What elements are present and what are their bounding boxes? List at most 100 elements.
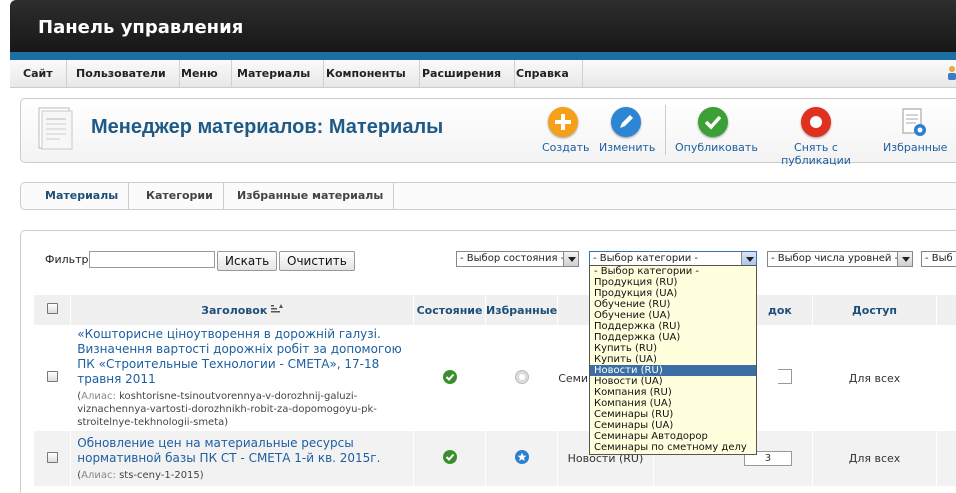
ordering-input[interactable] (777, 369, 792, 384)
article-alias: (Алиас: sts-ceny-1-2015) (77, 469, 204, 481)
row-featured-cell (485, 431, 559, 486)
articles-list-panel: Фильтр: Искать Очистить - Выбор состояни… (20, 230, 956, 493)
article-title-link[interactable]: Обновление цен на материальные ресурсы н… (77, 436, 405, 466)
featured-document-icon (898, 107, 928, 137)
category-option[interactable]: Продукция (UA) (590, 288, 756, 299)
page-title: Менеджер материалов: Материалы (91, 116, 444, 138)
extra-column-header (936, 295, 956, 325)
title-column-header[interactable]: Заголовок (70, 295, 415, 325)
user-menu-icon[interactable] (944, 65, 956, 81)
table-header-row: Заголовок Состояние Избранные док Доступ (34, 295, 956, 325)
category-option[interactable]: Поддержка (RU) (590, 321, 756, 332)
unpublish-button-label: Снять с публикации (781, 141, 851, 167)
unpublish-button[interactable]: Снять с публикации (764, 107, 868, 167)
category-option[interactable]: Поддержка (UA) (590, 332, 756, 343)
category-option[interactable]: Семинары Автодорор (590, 431, 756, 442)
row-checkbox[interactable] (46, 451, 58, 463)
main-menu-bar: Сайт Пользователи Меню Материалы Компоне… (10, 60, 956, 88)
category-option[interactable]: Семинары (RU) (590, 409, 756, 420)
plus-icon (548, 107, 578, 137)
filter-label: Фильтр: (45, 253, 93, 266)
chevron-down-icon (741, 252, 756, 266)
row-title-cell: Обновление цен на материальные ресурсы н… (70, 431, 415, 486)
category-option[interactable]: Новости (UA) (590, 376, 756, 387)
menu-item-menu[interactable]: Меню (168, 60, 232, 88)
tab-articles[interactable]: Материалы (35, 183, 130, 209)
row-extra-cell (936, 431, 956, 486)
title-header-label: Заголовок (201, 303, 268, 317)
article-alias: (Алиас: koshtorisne-tsinoutvorennya-v-do… (77, 391, 377, 428)
articles-table: Заголовок Состояние Избранные док Доступ… (34, 295, 956, 486)
sort-ascending-icon (271, 303, 284, 312)
clear-button[interactable]: Очистить (279, 251, 355, 271)
article-title-link[interactable]: «Кошторисне ціноутворення в дорожній гал… (77, 327, 405, 387)
unpublish-circle-icon (801, 107, 831, 137)
filter-search-input[interactable] (89, 251, 215, 268)
menu-item-site[interactable]: Сайт (10, 60, 67, 88)
featured-star-icon[interactable] (514, 450, 529, 464)
state-select-value: - Выбор состояния - (460, 253, 565, 264)
select-all-checkbox[interactable] (46, 303, 58, 314)
row-state-cell (413, 325, 486, 431)
published-check-icon[interactable] (442, 369, 457, 384)
pencil-icon (611, 107, 641, 137)
menu-item-components[interactable]: Компоненты (313, 60, 420, 88)
state-column-header[interactable]: Состояние (413, 295, 486, 325)
category-option[interactable]: Новости (RU) (590, 365, 756, 376)
top-header-bar: Панель управления (10, 0, 956, 58)
row-checkbox[interactable] (46, 371, 58, 382)
category-select-value: - Выбор категории - (593, 253, 699, 264)
not-featured-icon[interactable] (514, 369, 529, 384)
category-option[interactable]: Обучение (UA) (590, 310, 756, 321)
published-check-icon[interactable] (442, 450, 457, 464)
create-button-label: Создать (542, 141, 590, 154)
row-access-cell: Для всех (812, 431, 938, 486)
alias-value: sts-ceny-1-2015 (119, 469, 200, 481)
create-button[interactable]: Создать (542, 107, 590, 154)
featured-button-label: Избранные (883, 141, 948, 154)
checkmark-icon (698, 107, 728, 137)
row-extra-cell (936, 325, 956, 431)
edit-button[interactable]: Изменить (599, 107, 656, 154)
category-option[interactable]: - Выбор категории - (590, 266, 756, 277)
chevron-down-icon (897, 252, 912, 266)
menu-item-content[interactable]: Материалы (224, 60, 325, 88)
menu-item-help[interactable]: Справка (503, 60, 583, 88)
chevron-down-icon (563, 252, 578, 266)
levels-select[interactable]: - Выбор числа уровней - (767, 251, 913, 267)
category-option[interactable]: Компания (RU) (590, 387, 756, 398)
access-column-header[interactable]: Доступ (812, 295, 938, 325)
access-select[interactable]: - Выб (921, 251, 956, 267)
publish-button[interactable]: Опубликовать (675, 107, 758, 154)
publish-button-label: Опубликовать (675, 141, 758, 154)
alias-label: Алиас: (81, 391, 116, 402)
category-dropdown-list: - Выбор категории - Продукция (RU) Продукц… (589, 265, 757, 455)
state-select[interactable]: - Выбор состояния - (456, 251, 579, 267)
category-option[interactable]: Продукция (RU) (590, 277, 756, 288)
toolbar-separator (665, 105, 666, 155)
alias-value: koshtorisne-tsinoutvorennya-v-dorozhnij-… (77, 391, 377, 428)
levels-select-value: - Выбор числа уровней - (771, 253, 899, 264)
search-button[interactable]: Искать (217, 251, 278, 271)
menu-item-users[interactable]: Пользователи (63, 60, 180, 88)
select-all-cell (34, 295, 72, 325)
table-row: «Кошторисне ціноутворення в дорожній гал… (34, 325, 956, 431)
category-option[interactable]: Купить (UA) (590, 354, 756, 365)
category-option[interactable]: Купить (RU) (590, 343, 756, 354)
tab-featured-articles[interactable]: Избранные материалы (227, 183, 395, 209)
category-option[interactable]: Компания (UA) (590, 398, 756, 409)
table-row: Обновление цен на материальные ресурсы н… (34, 431, 956, 486)
category-option[interactable]: Обучение (RU) (590, 299, 756, 310)
tab-categories[interactable]: Категории (136, 183, 224, 209)
alias-label: Алиас: (81, 469, 116, 481)
featured-button[interactable]: Избранные (883, 107, 947, 154)
submenu-tabs: Материалы Категории Избранные материалы (20, 182, 956, 210)
menu-item-extensions[interactable]: Расширения (409, 60, 516, 88)
edit-button-label: Изменить (599, 141, 656, 154)
category-option[interactable]: Семинары по сметному делу (590, 442, 756, 453)
category-option[interactable]: Семинары (UA) (590, 420, 756, 431)
row-state-cell (413, 431, 486, 486)
featured-column-header[interactable]: Избранные (485, 295, 559, 325)
header-accent-strip (10, 52, 956, 60)
admin-panel-title: Панель управления (38, 17, 244, 38)
